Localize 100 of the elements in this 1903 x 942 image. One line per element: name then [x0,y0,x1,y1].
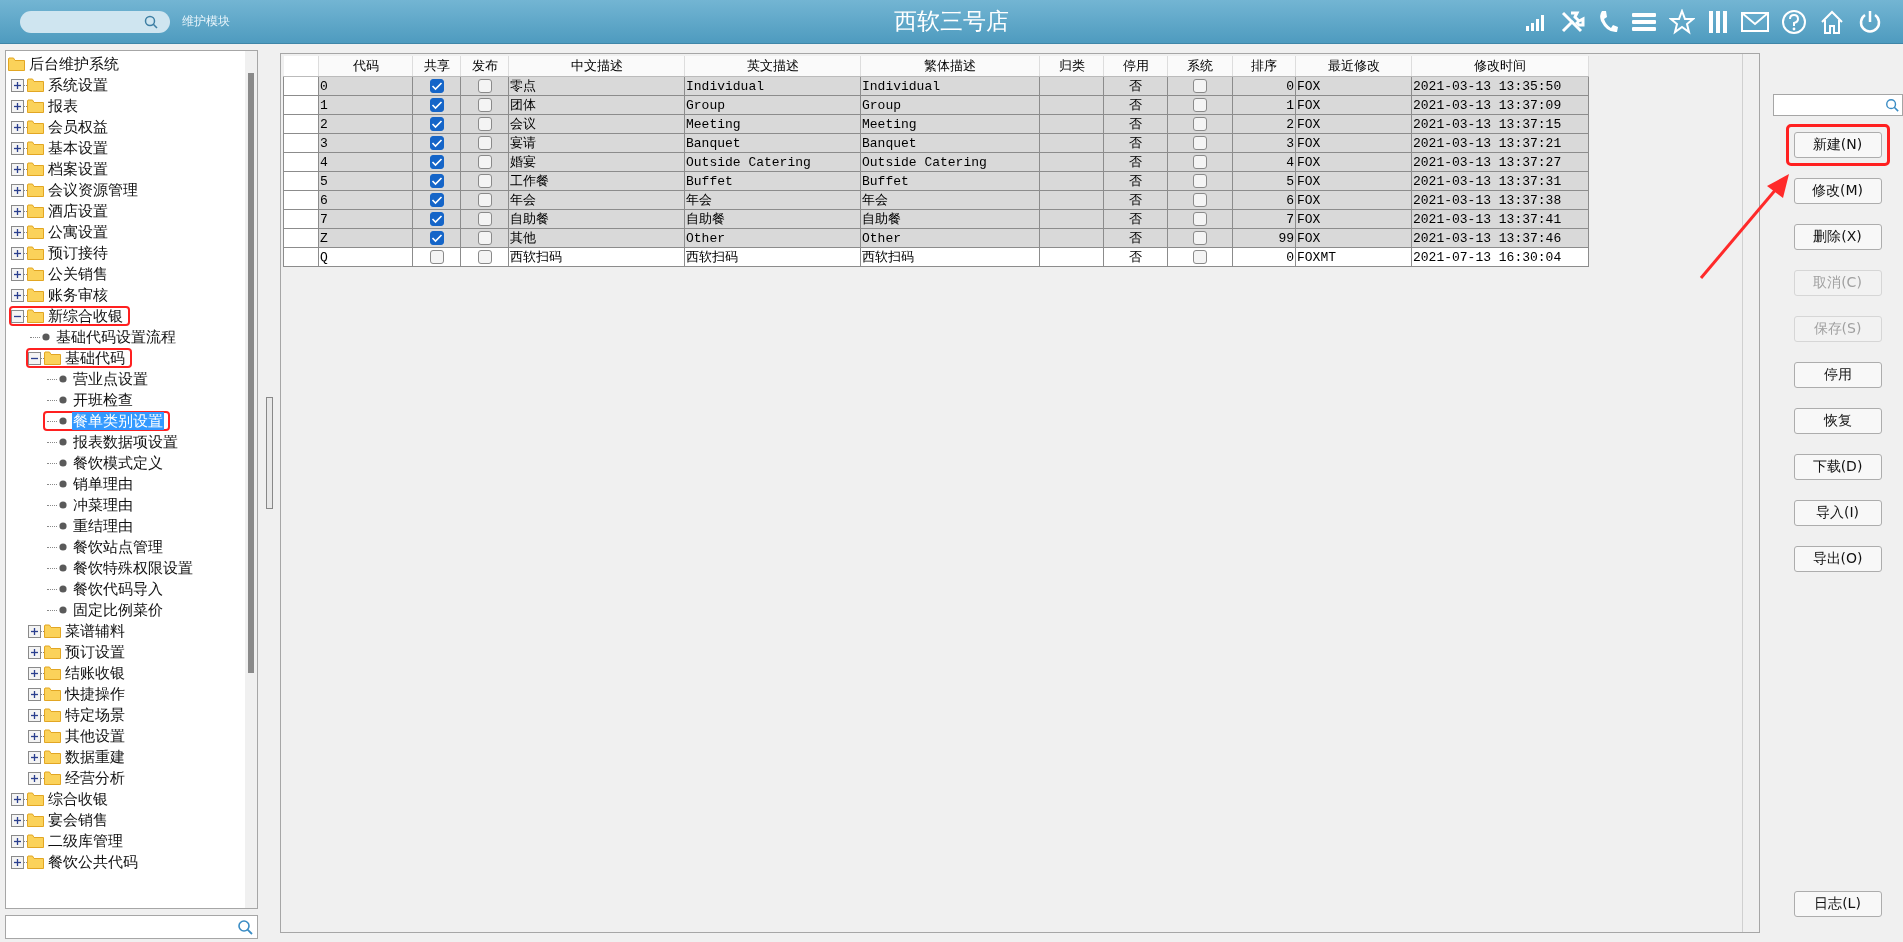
splitter-handle[interactable] [265,397,273,509]
action-button[interactable]: 停用 [1793,362,1882,388]
expander-icon[interactable] [28,351,41,365]
checkbox[interactable] [429,155,444,169]
checkbox[interactable] [477,212,492,226]
expander-icon[interactable] [28,687,41,701]
expander-icon[interactable] [28,624,41,638]
expander-icon[interactable] [11,834,24,848]
home-icon[interactable] [1819,8,1845,35]
tree-item[interactable]: 固定比例菜价 [72,601,164,619]
checkbox[interactable] [477,98,492,112]
tree-item[interactable]: 销单理由 [72,475,134,493]
scrollbar-thumb[interactable] [248,73,254,673]
checkbox[interactable] [429,136,444,150]
checkbox[interactable] [1193,250,1207,264]
tree-item[interactable]: 综合收银 [47,790,109,808]
tree-item[interactable]: 报表数据项设置 [72,433,179,451]
action-button[interactable]: 下载(D) [1793,454,1882,480]
expander-icon[interactable] [11,855,24,869]
checkbox[interactable] [1193,212,1207,226]
expander-icon[interactable] [11,162,24,176]
tree-item[interactable]: 营业点设置 [72,370,149,388]
tree-item[interactable]: 预订设置 [64,643,126,661]
tree-item[interactable]: 基础代码 [64,349,126,367]
tree-item[interactable]: 特定场景 [64,706,126,724]
column-header[interactable]: 停用 [1103,56,1168,77]
tree-item[interactable]: 公寓设置 [47,223,109,241]
column-header[interactable]: 代码 [318,56,413,77]
tree-item[interactable]: 基本设置 [47,139,109,157]
column-header[interactable]: 排序 [1232,56,1296,77]
star-icon[interactable] [1669,8,1695,35]
tree-item[interactable]: 数据重建 [64,748,126,766]
expander-icon[interactable] [11,183,24,197]
phone-icon[interactable] [1597,8,1619,35]
tree-item[interactable]: 预订接待 [47,244,109,262]
expander-icon[interactable] [28,750,41,764]
search-field[interactable] [1772,94,1903,116]
checkbox[interactable] [429,231,444,245]
expander-icon[interactable] [11,813,24,827]
checkbox[interactable] [1193,155,1207,169]
action-button[interactable]: 新建(N) [1793,132,1882,158]
checkbox[interactable] [1193,174,1207,188]
mail-icon[interactable] [1741,10,1769,33]
checkbox[interactable] [477,136,492,150]
column-header[interactable]: 修改时间 [1411,56,1589,77]
expander-icon[interactable] [11,246,24,260]
log-button[interactable]: 日志(L) [1793,891,1882,917]
column-header[interactable]: 系统 [1167,56,1233,77]
signal-icon[interactable] [1525,12,1547,31]
checkbox[interactable] [477,193,492,207]
expander-icon[interactable] [11,309,24,323]
tree-item[interactable]: 宴会销售 [47,811,109,829]
tree-item[interactable]: 开班检查 [72,391,134,409]
tree-item[interactable]: 菜谱辅料 [64,622,126,640]
tree-item[interactable]: 冲菜理由 [72,496,134,514]
tree-item[interactable]: 新综合收银 [47,307,124,325]
expander-icon[interactable] [11,225,24,239]
checkbox[interactable] [477,79,492,93]
tree-item[interactable]: 报表 [47,97,79,115]
expander-icon[interactable] [11,792,24,806]
checkbox[interactable] [429,250,444,264]
expander-icon[interactable] [28,645,41,659]
tree-item[interactable]: 基础代码设置流程 [55,328,177,346]
expander-icon[interactable] [11,78,24,92]
expander-icon[interactable] [11,141,24,155]
column-header[interactable]: 共享 [412,56,461,77]
action-button[interactable]: 删除(X) [1793,224,1882,250]
checkbox[interactable] [1193,136,1207,150]
power-icon[interactable] [1857,8,1883,35]
checkbox[interactable] [429,174,444,188]
tree-item[interactable]: 餐饮模式定义 [72,454,164,472]
checkbox[interactable] [429,98,444,112]
checkbox[interactable] [477,155,492,169]
tree-item[interactable]: 餐饮特殊权限设置 [72,559,194,577]
tree-item[interactable]: 餐饮公共代码 [47,853,139,871]
expander-icon[interactable] [28,729,41,743]
checkbox[interactable] [429,79,444,93]
expander-icon[interactable] [28,708,41,722]
expander-icon[interactable] [28,666,41,680]
checkbox[interactable] [1193,79,1207,93]
checkbox[interactable] [429,212,444,226]
checkbox[interactable] [477,117,492,131]
checkbox[interactable] [1193,193,1207,207]
expander-icon[interactable] [28,771,41,785]
column-header[interactable]: 最近修改 [1295,56,1412,77]
expander-icon[interactable] [11,204,24,218]
tree-item[interactable]: 快捷操作 [64,685,126,703]
checkbox[interactable] [477,174,492,188]
checkbox[interactable] [429,193,444,207]
expander-icon[interactable] [11,288,24,302]
tree-item[interactable]: 会议资源管理 [47,181,139,199]
checkbox[interactable] [477,250,492,264]
bars-icon[interactable] [1707,8,1729,35]
tree-item[interactable]: 餐饮代码导入 [72,580,164,598]
tree-item[interactable]: 会员权益 [47,118,109,136]
checkbox[interactable] [1193,231,1207,245]
search-field[interactable] [5,915,258,939]
tree-item[interactable]: 系统设置 [47,76,109,94]
expander-icon[interactable] [11,267,24,281]
column-header[interactable]: 归类 [1039,56,1104,77]
